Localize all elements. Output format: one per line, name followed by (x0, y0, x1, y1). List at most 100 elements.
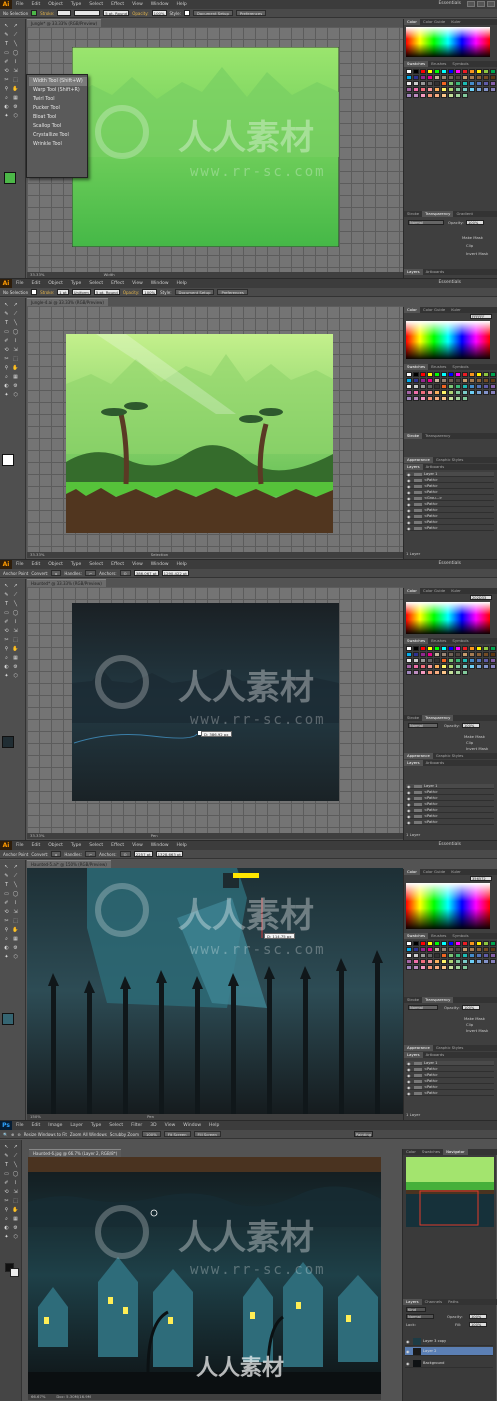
tool-button-icon[interactable]: ↖ (3, 1144, 10, 1151)
visibility-eye-icon[interactable]: ◉ (407, 1061, 411, 1066)
stroke-weight-field[interactable]: 1 pt (57, 289, 69, 295)
menu-3d[interactable]: 3D (146, 1123, 160, 1128)
color-swatch[interactable] (483, 75, 489, 80)
opacity-field[interactable]: 100% (469, 1314, 487, 1319)
menu-type[interactable]: Type (67, 562, 85, 567)
background-color[interactable] (10, 1268, 19, 1277)
zoom-level[interactable]: 33.33% (30, 552, 44, 557)
clip-checkbox[interactable]: Clip (466, 243, 473, 248)
color-swatch[interactable] (490, 87, 496, 92)
tool-button-icon[interactable]: ⇲ (12, 628, 19, 635)
menu-help[interactable]: Help (173, 843, 191, 848)
x-field[interactable]: 386.067 pt (133, 570, 159, 576)
sublayer-row[interactable]: ◉ <Path> (406, 1067, 494, 1072)
color-swatch[interactable] (441, 93, 447, 98)
tool-button-icon[interactable]: ⚲ (3, 646, 10, 653)
color-swatch[interactable] (427, 93, 433, 98)
crystallize-tool-item[interactable]: Crystallize Tool (29, 131, 87, 140)
visibility-eye-icon[interactable]: ◉ (407, 1067, 411, 1072)
menu-view[interactable]: View (128, 281, 147, 286)
tab-swatches[interactable]: Swatches (419, 1149, 443, 1155)
tool-button-icon[interactable]: ◯ (12, 329, 19, 336)
color-swatch[interactable] (406, 87, 412, 92)
tool-button-icon[interactable]: ✐ (3, 338, 10, 345)
visibility-eye-icon[interactable]: ◉ (407, 820, 411, 825)
opacity-label[interactable]: Opacity: (123, 290, 139, 295)
tool-button-icon[interactable]: ▦ (12, 655, 19, 662)
tab-stroke[interactable]: Stroke (404, 211, 422, 217)
width-tool-item[interactable]: Width Tool (Shift+W) (29, 77, 87, 86)
tool-button-icon[interactable]: ✦ (3, 954, 10, 961)
sublayer-row[interactable]: ◉ <Path> (406, 1085, 494, 1090)
tab-channels[interactable]: Channels (422, 1299, 446, 1305)
color-swatch[interactable] (406, 93, 412, 98)
tool-button-icon[interactable]: ⟲ (3, 909, 10, 916)
color-swatch[interactable] (462, 87, 468, 92)
menu-file[interactable]: File (12, 281, 28, 286)
tool-button-icon[interactable]: ⟋ (12, 592, 19, 599)
menu-edit[interactable]: Edit (28, 281, 45, 286)
close-button[interactable] (487, 1, 495, 7)
tool-button-icon[interactable]: ✎ (3, 592, 10, 599)
tool-button-icon[interactable]: ◯ (12, 891, 19, 898)
tab-kuler[interactable]: Kuler (448, 19, 464, 25)
sublayer-row[interactable]: ◉ <Path> (406, 796, 494, 801)
color-swatch[interactable] (413, 93, 419, 98)
color-swatch[interactable] (413, 87, 419, 92)
preferences-button[interactable]: Preferences (235, 10, 267, 16)
sublayer-row[interactable]: ◉ <Path> (406, 820, 494, 825)
workspace-switcher[interactable]: Essentials (438, 561, 461, 566)
tool-button-icon[interactable]: ⬚ (12, 637, 19, 644)
opacity-field[interactable]: 100% (142, 289, 158, 295)
tab-gradient[interactable]: Gradient (453, 211, 476, 217)
menu-object[interactable]: Object (44, 281, 67, 286)
stroke-weight-field[interactable] (57, 10, 72, 16)
visibility-eye-icon[interactable]: ◉ (406, 1347, 410, 1356)
tool-button-icon[interactable]: ✋ (12, 1207, 19, 1214)
visibility-eye-icon[interactable]: ◉ (407, 814, 411, 819)
fill-color-box[interactable] (2, 736, 14, 748)
invert-mask-checkbox[interactable]: Invert Mask (466, 251, 488, 256)
layer-row[interactable]: ◉ Layer 3 copy (405, 1337, 493, 1346)
menu-help[interactable]: Help (173, 2, 191, 7)
variable-width-profile[interactable] (74, 10, 101, 16)
fill-screen-button[interactable]: Fill Screen (193, 1131, 221, 1137)
menu-edit[interactable]: Edit (28, 562, 45, 567)
menu-effect[interactable]: Effect (107, 281, 128, 286)
workspace-switcher[interactable]: Essentials (438, 1, 461, 6)
menu-file[interactable]: File (12, 562, 28, 567)
zoom-level[interactable]: 33.33% (30, 833, 44, 838)
color-swatch[interactable] (462, 69, 468, 74)
menu-view[interactable]: View (161, 1123, 180, 1128)
brush-definition[interactable]: 5 pt. Round (103, 10, 130, 16)
tool-button-icon[interactable]: ⇲ (12, 347, 19, 354)
document-tab[interactable]: Jungle-4.ai @ 33.33% (RGB/Preview) (27, 298, 108, 306)
variable-width-profile[interactable]: Uniform (71, 289, 91, 295)
tool-button-icon[interactable]: ⚲ (3, 86, 10, 93)
sublayer-row[interactable]: ◉ <Path> (406, 484, 494, 489)
document-setup-button[interactable]: Document Setup (192, 10, 233, 16)
tool-button-icon[interactable]: ↖ (3, 302, 10, 309)
visibility-eye-icon[interactable]: ◉ (407, 526, 411, 531)
tool-button-icon[interactable]: ⟋ (12, 32, 19, 39)
layer-row-parent[interactable]: ◉ Layer 1 (406, 1061, 494, 1066)
color-swatch[interactable] (420, 81, 426, 86)
tool-button-icon[interactable]: ↖ (3, 583, 10, 590)
color-swatch[interactable] (476, 81, 482, 86)
tool-button-icon[interactable]: ↗ (12, 302, 19, 309)
maximize-button[interactable] (477, 1, 485, 7)
visibility-eye-icon[interactable]: ◉ (407, 496, 411, 501)
color-swatch[interactable] (413, 69, 419, 74)
sublayer-row[interactable]: ◉ <Path> (406, 1079, 494, 1084)
menu-type[interactable]: Type (67, 843, 85, 848)
menu-file[interactable]: File (12, 2, 28, 7)
tab-color[interactable]: Color (403, 1149, 419, 1155)
anchors-button[interactable]: ⊙ (119, 851, 131, 857)
warp-tool-item[interactable]: Warp Tool (Shift+R) (29, 86, 87, 95)
tool-button-icon[interactable]: ⬚ (12, 77, 19, 84)
color-swatch[interactable] (434, 81, 440, 86)
menu-window[interactable]: Window (147, 281, 173, 286)
convert-corner-button[interactable]: ▸ (51, 851, 62, 857)
sublayer-row[interactable]: ◉ <Path> (406, 1091, 494, 1096)
color-swatch[interactable] (441, 75, 447, 80)
